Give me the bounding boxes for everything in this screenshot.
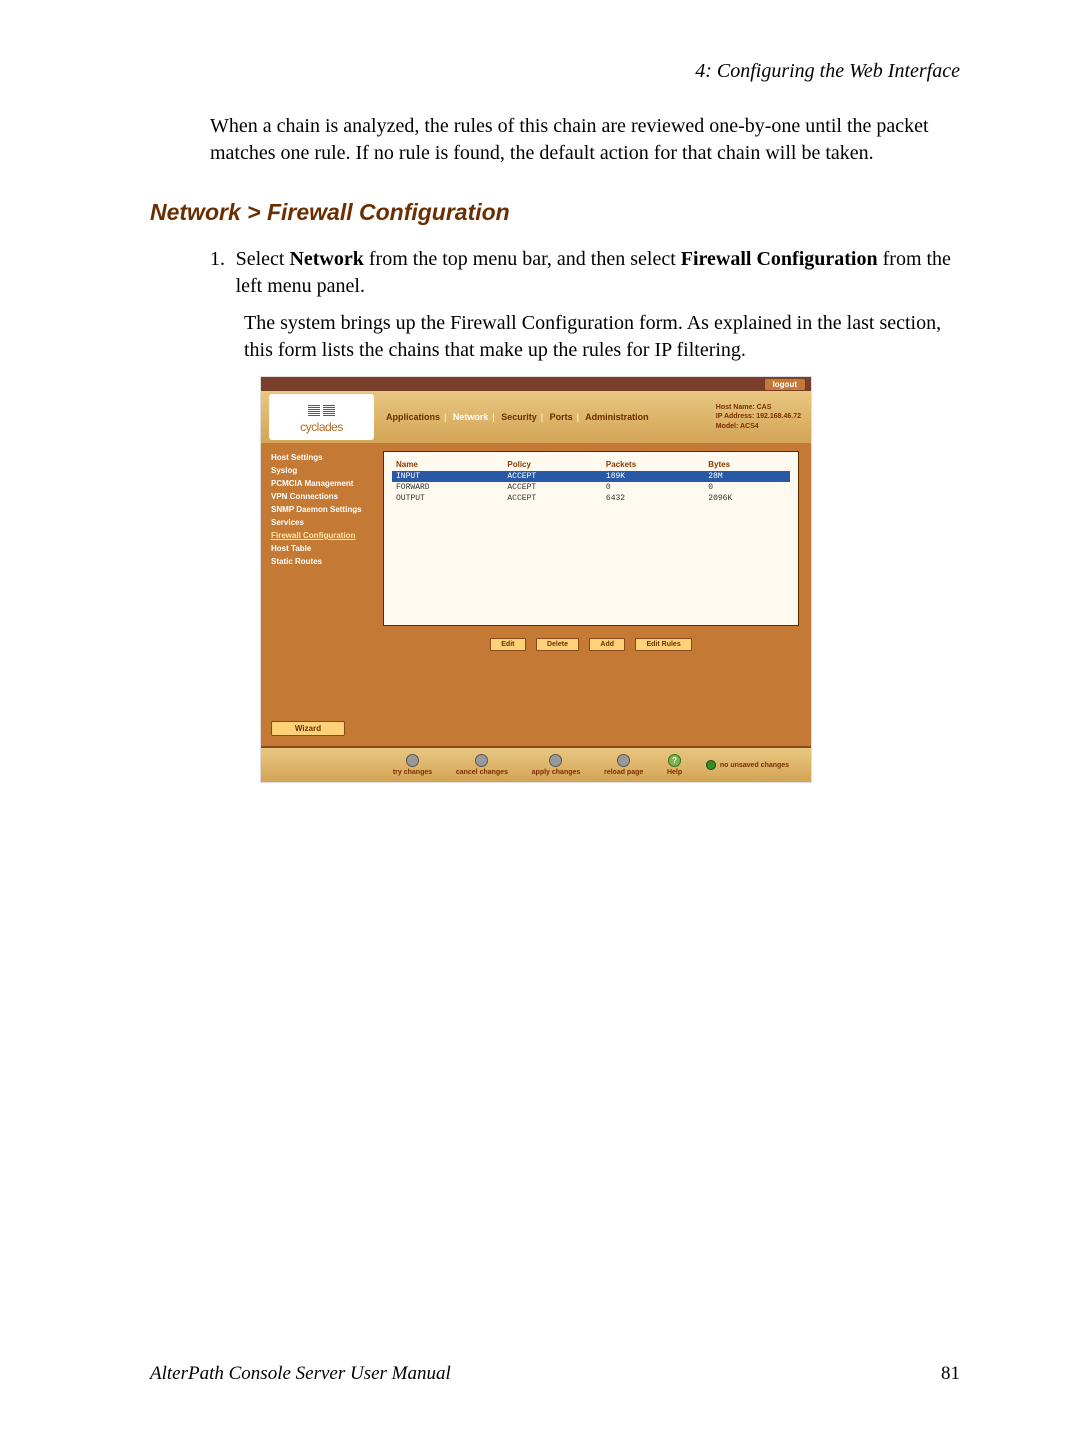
wizard-button[interactable]: Wizard (271, 721, 345, 736)
footer-title: AlterPath Console Server User Manual (150, 1363, 451, 1385)
table-row[interactable]: FORWARD ACCEPT 0 0 (392, 482, 790, 493)
logo-text: cyclades (300, 420, 343, 434)
chapter-header: 4: Configuring the Web Interface (150, 60, 960, 83)
tab-applications[interactable]: Applications (386, 412, 440, 422)
apply-changes-button[interactable]: apply changes (532, 754, 581, 776)
table-row[interactable]: OUTPUT ACCEPT 6432 2096K (392, 493, 790, 504)
cell: ACCEPT (503, 482, 602, 493)
try-changes-button[interactable]: try changes (393, 754, 432, 776)
cancel-changes-button[interactable]: cancel changes (456, 754, 508, 776)
logout-button[interactable]: logout (765, 379, 805, 390)
sidebar-item-host-settings[interactable]: Host Settings (271, 451, 365, 464)
bold-firewall-config: Firewall Configuration (681, 248, 878, 270)
sidebar-item-firewall-config[interactable]: Firewall Configuration (271, 529, 365, 542)
cell: 6432 (602, 493, 704, 504)
col-bytes: Bytes (704, 458, 790, 471)
help-icon: ? (668, 754, 681, 767)
bottom-toolbar: try changes cancel changes apply changes… (261, 746, 811, 782)
sidebar-item-host-table[interactable]: Host Table (271, 542, 365, 555)
main-panel: Name Policy Packets Bytes INPUT ACCEPT 1… (371, 443, 811, 746)
label: Help (667, 769, 682, 776)
edit-rules-button[interactable]: Edit Rules (635, 638, 691, 651)
cell: 189K (602, 471, 704, 482)
cell: FORWARD (392, 482, 503, 493)
bold-network: Network (289, 248, 363, 270)
table-row[interactable]: INPUT ACCEPT 189K 28M (392, 471, 790, 482)
cyclades-logo: cyclades (269, 394, 374, 440)
try-icon (406, 754, 419, 767)
action-buttons: Edit Delete Add Edit Rules (383, 633, 799, 651)
col-name: Name (392, 458, 503, 471)
firewall-config-screenshot: logout cyclades Applications| Network| S… (260, 376, 812, 783)
section-heading: Network > Firewall Configuration (150, 199, 960, 226)
label: reload page (604, 769, 643, 776)
cell: 28M (704, 471, 790, 482)
delete-button[interactable]: Delete (536, 638, 579, 651)
apply-icon (549, 754, 562, 767)
text: Select (236, 248, 290, 270)
label: no unsaved changes (720, 762, 789, 769)
cell: INPUT (392, 471, 503, 482)
top-tabs: Applications| Network| Security| Ports| … (374, 412, 716, 422)
status-dot-icon (706, 760, 716, 770)
step-block: 1. Select Network from the top menu bar,… (210, 246, 960, 364)
text: from the top menu bar, and then select (364, 248, 681, 270)
cell: 2096K (704, 493, 790, 504)
sidebar-item-pcmcia[interactable]: PCMCIA Management (271, 477, 365, 490)
page-number: 81 (941, 1363, 960, 1385)
cell: ACCEPT (503, 471, 602, 482)
unsaved-changes-indicator: no unsaved changes (706, 760, 789, 770)
chains-panel: Name Policy Packets Bytes INPUT ACCEPT 1… (383, 451, 799, 626)
tab-ports[interactable]: Ports (550, 412, 573, 422)
intro-paragraph: When a chain is analyzed, the rules of t… (210, 113, 960, 167)
cell: 0 (704, 482, 790, 493)
tab-security[interactable]: Security (501, 412, 537, 422)
side-menu: Host Settings Syslog PCMCIA Management V… (261, 443, 371, 746)
label: apply changes (532, 769, 581, 776)
sidebar-item-snmp[interactable]: SNMP Daemon Settings (271, 503, 365, 516)
cancel-icon (475, 754, 488, 767)
sidebar-item-services[interactable]: Services (271, 516, 365, 529)
cell: 0 (602, 482, 704, 493)
reload-page-button[interactable]: reload page (604, 754, 643, 776)
col-policy: Policy (503, 458, 602, 471)
help-button[interactable]: ? Help (667, 754, 682, 776)
logo-icon (308, 405, 335, 417)
edit-button[interactable]: Edit (490, 638, 525, 651)
host-info: Host Name: CAS IP Address: 192.168.46.72… (716, 403, 811, 430)
cell: OUTPUT (392, 493, 503, 504)
add-button[interactable]: Add (589, 638, 625, 651)
col-packets: Packets (602, 458, 704, 471)
step-paragraph-2: The system brings up the Firewall Config… (244, 310, 960, 364)
cell: ACCEPT (503, 493, 602, 504)
top-bar: logout (261, 377, 811, 391)
sidebar-item-syslog[interactable]: Syslog (271, 464, 365, 477)
step-line-1: Select Network from the top menu bar, an… (236, 246, 960, 300)
model: Model: ACS4 (716, 422, 801, 431)
tab-network[interactable]: Network (453, 412, 489, 422)
label: cancel changes (456, 769, 508, 776)
sidebar-item-static-routes[interactable]: Static Routes (271, 555, 365, 568)
chains-table: Name Policy Packets Bytes INPUT ACCEPT 1… (392, 458, 790, 504)
sidebar-item-vpn[interactable]: VPN Connections (271, 490, 365, 503)
header-banner: cyclades Applications| Network| Security… (261, 391, 811, 443)
label: try changes (393, 769, 432, 776)
host-name: Host Name: CAS (716, 403, 801, 412)
ip-address: IP Address: 192.168.46.72 (716, 412, 801, 421)
tab-administration[interactable]: Administration (585, 412, 649, 422)
reload-icon (617, 754, 630, 767)
step-number: 1. (210, 246, 236, 300)
